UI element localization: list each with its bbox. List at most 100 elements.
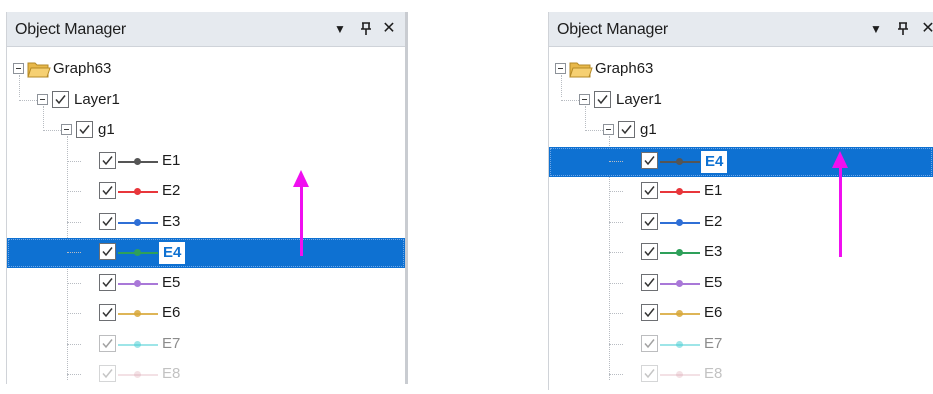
plot-label[interactable]: E5 [704,274,722,291]
plot-marker-icon [676,340,683,348]
tree-connector [43,130,61,131]
plot-marker-icon [134,279,141,287]
tree-connector [67,282,81,284]
plot-label[interactable]: E2 [704,213,722,230]
visibility-checkbox[interactable] [99,151,116,169]
plot-marker-icon [134,157,141,165]
tree-item-group[interactable]: g1 [98,121,115,138]
arrow-head-icon [293,170,309,187]
arrow-head-icon [832,151,848,168]
tree-connector [585,105,586,128]
tree-connector [19,75,20,97]
folder-icon [27,60,51,78]
tree-connector [609,191,623,192]
tree-connector [609,160,623,162]
plot-label[interactable]: E3 [704,243,722,260]
tree-connector [561,75,562,97]
collapse-toggle[interactable] [603,124,614,135]
panel-titlebar[interactable]: Object Manager ▼ ✕ [549,12,933,47]
plot-marker-icon [676,218,683,226]
move-up-arrow [300,186,303,256]
plot-label[interactable]: E7 [704,335,722,352]
tree-connector [67,252,81,253]
collapse-toggle[interactable] [13,63,24,74]
visibility-checkbox[interactable] [99,304,116,321]
plot-marker-icon [676,157,683,165]
tree-item-graph[interactable]: Graph63 [53,60,111,77]
folder-icon [569,60,593,78]
tree-item-layer[interactable]: Layer1 [616,91,662,108]
plot-marker-icon [134,371,141,378]
visibility-checkbox[interactable] [99,182,116,199]
plot-label[interactable]: E4 [159,242,186,264]
visibility-checkbox[interactable] [99,365,116,382]
close-icon[interactable]: ✕ [378,18,400,40]
plot-label[interactable]: E8 [704,365,722,382]
visibility-checkbox[interactable] [641,151,658,169]
plot-marker-icon [134,310,141,317]
panel-title: Object Manager [557,21,669,38]
plot-label[interactable]: E8 [162,365,180,382]
pin-icon[interactable] [892,18,914,40]
visibility-checkbox[interactable] [641,182,658,199]
plot-marker-icon [134,188,141,195]
plot-label[interactable]: E6 [162,304,180,321]
tree-connector [609,374,623,375]
tree-connector [609,343,623,345]
plot-label[interactable]: E7 [162,335,180,352]
visibility-checkbox[interactable] [76,121,93,138]
tree-connector [67,221,81,223]
visibility-checkbox[interactable] [594,90,611,108]
plot-marker-icon [134,249,141,256]
visibility-checkbox[interactable] [52,90,69,108]
selected-row[interactable] [7,238,405,268]
selected-row[interactable] [549,146,933,177]
plot-label[interactable]: E1 [162,152,180,169]
collapse-toggle[interactable] [61,124,72,135]
plot-label[interactable]: E3 [162,213,180,230]
tree-connector [43,105,44,128]
visibility-checkbox[interactable] [99,243,116,260]
tree-connector [67,374,81,375]
tree-connector [67,160,81,162]
pin-icon[interactable] [355,18,377,40]
tree-connector [609,282,623,284]
collapse-toggle[interactable] [37,93,48,105]
plot-label[interactable]: E5 [162,274,180,291]
dropdown-icon[interactable]: ▼ [865,18,887,40]
panel-titlebar[interactable]: Object Manager ▼ ✕ [7,12,405,47]
visibility-checkbox[interactable] [641,365,658,382]
tree-item-layer[interactable]: Layer1 [74,91,120,108]
object-manager-panel-right: Object Manager ▼ ✕ Graph63 Layer1 g1 E4 E1 E2… [548,12,933,390]
visibility-checkbox[interactable] [641,304,658,321]
tree-connector [19,99,37,101]
collapse-toggle[interactable] [579,93,590,105]
plot-marker-icon [676,279,683,287]
dropdown-icon[interactable]: ▼ [329,18,351,40]
visibility-checkbox[interactable] [618,121,635,138]
plot-label[interactable]: E2 [162,182,180,199]
tree-connector [67,343,81,345]
close-icon[interactable]: ✕ [917,18,933,40]
visibility-checkbox[interactable] [99,334,116,352]
object-manager-panel-left: Object Manager ▼ ✕ Graph63 Layer1 g1 E1 E2 E3… [6,12,408,384]
collapse-toggle[interactable] [555,63,566,74]
move-up-arrow [839,167,842,257]
tree-item-graph[interactable]: Graph63 [595,60,653,77]
visibility-checkbox[interactable] [641,273,658,291]
visibility-checkbox[interactable] [99,212,116,230]
plot-marker-icon [676,188,683,195]
plot-label[interactable]: E1 [704,182,722,199]
visibility-checkbox[interactable] [641,243,658,260]
tree-connector [585,130,603,131]
tree-connector [609,313,623,314]
tree-connector [561,99,579,101]
tree-item-group[interactable]: g1 [640,121,657,138]
visibility-checkbox[interactable] [641,212,658,230]
plot-label[interactable]: E4 [701,150,728,173]
plot-marker-icon [134,340,141,348]
visibility-checkbox[interactable] [99,273,116,291]
visibility-checkbox[interactable] [641,334,658,352]
tree-connector [609,221,623,223]
plot-label[interactable]: E6 [704,304,722,321]
